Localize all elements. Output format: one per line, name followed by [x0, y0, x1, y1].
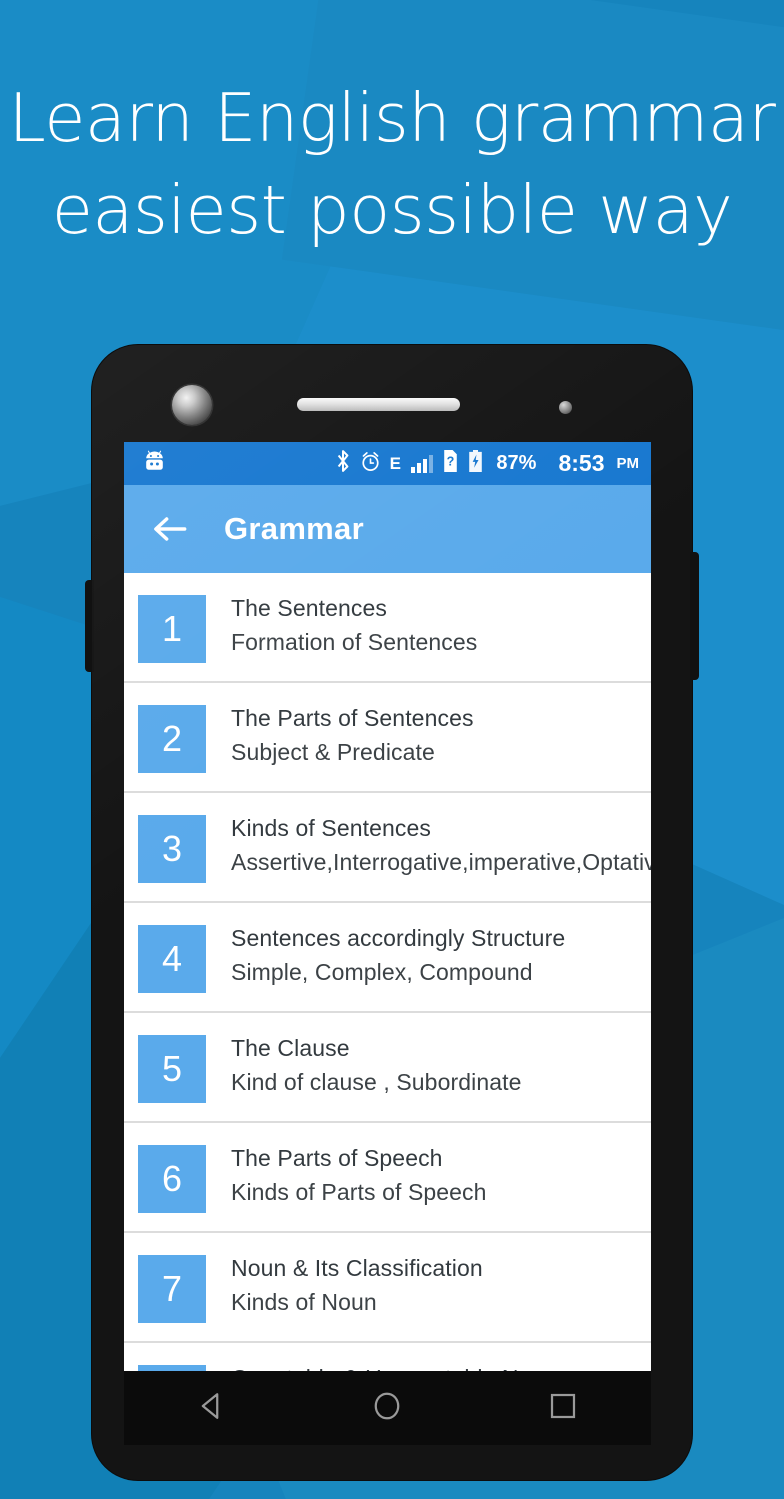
item-text: Noun & Its Classification Kinds of Noun: [231, 1251, 483, 1318]
item-text: The Parts of Speech Kinds of Parts of Sp…: [231, 1141, 487, 1208]
item-subtitle: Simple, Complex, Compound: [231, 959, 533, 985]
list-item[interactable]: 5 The Clause Kind of clause , Subordinat…: [124, 1013, 651, 1123]
item-text: The Parts of Sentences Subject & Predica…: [231, 701, 474, 768]
earpiece-speaker-icon: [297, 398, 460, 411]
item-text: The Clause Kind of clause , Subordinate: [231, 1031, 522, 1098]
item-number-badge: 6: [138, 1145, 206, 1213]
bluetooth-icon: [335, 450, 351, 477]
item-title: The Parts of Sentences: [231, 705, 474, 731]
list-item[interactable]: 1 The Sentences Formation of Sentences: [124, 573, 651, 683]
android-navigation-bar: [124, 1371, 651, 1445]
status-bar-icons: E ? 87% 8:53 PM: [335, 450, 639, 477]
item-title: Countable & Uncountable Noun: [231, 1363, 557, 1371]
item-number-badge: 5: [138, 1035, 206, 1103]
item-number-badge: 1: [138, 595, 206, 663]
item-subtitle: Assertive,Interrogative,imperative,Optat…: [231, 849, 651, 875]
nav-home-circle-icon[interactable]: [370, 1389, 404, 1428]
back-arrow-icon[interactable]: [150, 509, 190, 549]
nav-back-triangle-icon[interactable]: [195, 1389, 229, 1428]
item-title: The Clause: [231, 1035, 350, 1061]
item-title: The Parts of Speech: [231, 1145, 443, 1171]
item-title: Kinds of Sentences: [231, 815, 431, 841]
item-subtitle: Subject & Predicate: [231, 739, 435, 765]
list-item[interactable]: 4 Sentences accordingly Structure Simple…: [124, 903, 651, 1013]
item-title: Sentences accordingly Structure: [231, 925, 566, 951]
volume-button[interactable]: [85, 580, 94, 672]
item-number-badge: 2: [138, 705, 206, 773]
list-item[interactable]: 8 Countable & Uncountable Noun Example: [124, 1343, 651, 1371]
proximity-sensor-icon: [559, 401, 572, 414]
item-subtitle: Kind of clause , Subordinate: [231, 1069, 522, 1095]
item-text: Countable & Uncountable Noun Example: [231, 1361, 557, 1371]
alarm-clock-icon: [360, 451, 381, 477]
item-subtitle: Formation of Sentences: [231, 629, 478, 655]
status-bar-time: 8:53: [558, 450, 605, 476]
grammar-topic-list[interactable]: 1 The Sentences Formation of Sentences 2…: [124, 573, 651, 1371]
item-subtitle: Kinds of Parts of Speech: [231, 1179, 487, 1205]
phone-screen: E ? 87% 8:53 PM Grammar 1 The Sentences …: [124, 442, 651, 1371]
status-bar-ampm: PM: [616, 455, 640, 472]
power-button[interactable]: [690, 552, 699, 680]
item-number-badge: 4: [138, 925, 206, 993]
status-bar: E ? 87% 8:53 PM: [124, 442, 651, 485]
item-number-badge: 3: [138, 815, 206, 883]
item-title: The Sentences: [231, 595, 388, 621]
battery-percent-label: 87%: [496, 452, 537, 474]
list-item[interactable]: 7 Noun & Its Classification Kinds of Nou…: [124, 1233, 651, 1343]
headline-line-2: easiest possible way: [51, 171, 733, 249]
list-item[interactable]: 3 Kinds of Sentences Assertive,Interroga…: [124, 793, 651, 903]
battery-charging-icon: [468, 450, 483, 477]
nav-recents-square-icon[interactable]: [546, 1389, 580, 1428]
list-item[interactable]: 2 The Parts of Sentences Subject & Predi…: [124, 683, 651, 793]
network-type-label: E: [389, 453, 401, 473]
item-text: Kinds of Sentences Assertive,Interrogati…: [231, 811, 651, 878]
front-camera-icon: [172, 385, 212, 425]
item-text: Sentences accordingly Structure Simple, …: [231, 921, 565, 988]
signal-bars-icon: [410, 454, 434, 473]
item-text: The Sentences Formation of Sentences: [231, 591, 477, 658]
sim-card-question-icon: ?: [442, 450, 459, 477]
promo-headline: Learn English grammar easiest possible w…: [0, 72, 784, 256]
item-subtitle: Kinds of Noun: [231, 1289, 377, 1315]
android-robot-icon: [142, 450, 167, 477]
app-bar: Grammar: [124, 485, 651, 573]
phone-mockup: E ? 87% 8:53 PM Grammar 1 The Sentences …: [85, 345, 699, 1480]
item-number-badge: 7: [138, 1255, 206, 1323]
svg-text:?: ?: [447, 455, 455, 469]
headline-line-1: Learn English grammar: [8, 79, 776, 157]
page-title: Grammar: [224, 511, 364, 546]
item-title: Noun & Its Classification: [231, 1255, 483, 1281]
list-item[interactable]: 6 The Parts of Speech Kinds of Parts of …: [124, 1123, 651, 1233]
